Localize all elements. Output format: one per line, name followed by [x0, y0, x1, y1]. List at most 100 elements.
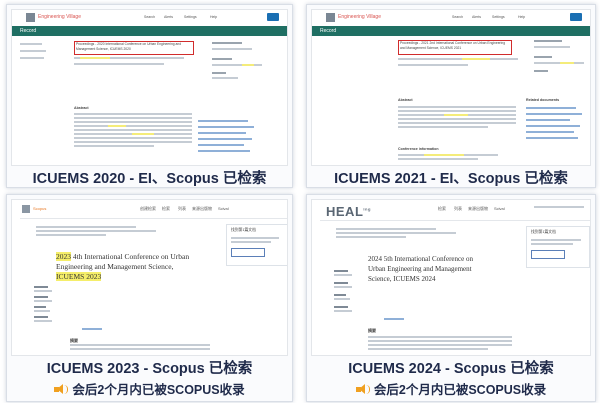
panel-icuems-2023: Scopus 创建检索 检索 列表 来源出版物 Scival 2023 4th …	[6, 194, 293, 402]
related-link[interactable]	[198, 126, 254, 128]
menu-lists[interactable]: 列表	[178, 206, 186, 212]
meta-line	[34, 300, 52, 302]
menu-search[interactable]: 检索	[162, 206, 170, 212]
meta-line	[334, 298, 350, 300]
meta-label-line	[34, 296, 48, 298]
caption-2020: ICUEMS 2020 - EI、Scopus 已检索	[32, 171, 267, 187]
ev-menu-search[interactable]: Search	[144, 15, 155, 19]
ev-menu-help[interactable]: Help	[518, 15, 525, 19]
doc-title-line1[interactable]: 2024 5th International Conference on	[368, 255, 473, 263]
view-all-button[interactable]	[531, 250, 565, 259]
meta-right-line	[212, 72, 226, 74]
abstract-heading: 摘要	[368, 328, 376, 333]
abstract-line	[74, 117, 192, 119]
menu-search[interactable]: 检索	[438, 206, 446, 212]
menu-lists[interactable]: 列表	[454, 206, 462, 212]
abstract-line	[398, 122, 516, 124]
record-title[interactable]: Proceedings - 2020 International Confere…	[76, 42, 190, 51]
breadcrumb-line	[336, 236, 406, 238]
meta-link[interactable]	[384, 318, 404, 320]
related-link[interactable]	[526, 119, 570, 121]
ev-menu-settings[interactable]: Settings	[492, 15, 505, 19]
related-link[interactable]	[198, 144, 244, 146]
breadcrumb-line	[336, 228, 436, 230]
elsevier-logo-icon	[326, 13, 335, 22]
ev-record-bar: Record	[12, 26, 287, 36]
panel-icuems-2020: Engineering Village Search Alerts Settin…	[6, 4, 293, 188]
meta-link[interactable]	[82, 328, 102, 330]
sign-in-button[interactable]	[267, 13, 279, 21]
ev-menu-alerts[interactable]: Alerts	[472, 15, 481, 19]
ev-menu-settings[interactable]: Settings	[184, 15, 197, 19]
abstract-label: Abstract	[398, 98, 413, 102]
related-heading: 找到第1篇文档	[531, 230, 556, 234]
doc-title-line3[interactable]: Science, ICUEMS 2024	[368, 275, 435, 283]
related-link[interactable]	[198, 138, 252, 140]
nav-line	[20, 43, 42, 45]
menu-scival[interactable]: Scival	[218, 206, 229, 211]
meta-right-line	[534, 56, 552, 58]
elsevier-logo-icon	[22, 205, 30, 213]
sign-in-button[interactable]	[570, 13, 582, 21]
menu-create-search[interactable]: 创建检索	[140, 206, 156, 212]
menu-sources[interactable]: 来源出版物	[192, 206, 212, 212]
conference-info-label: Conference information	[398, 147, 439, 151]
screenshot-ev-2021: Engineering Village Search Alerts Settin…	[311, 9, 591, 166]
abstract-line	[70, 344, 210, 346]
abstract-line	[74, 137, 192, 139]
meta-line	[398, 64, 468, 66]
meta-label-line	[34, 286, 48, 288]
breadcrumb-line	[36, 234, 106, 236]
doc-title-line3[interactable]: ICUEMS 2023	[56, 272, 102, 281]
meta-line	[34, 320, 52, 322]
related-link[interactable]	[198, 120, 248, 122]
abstract-line	[74, 129, 192, 131]
breadcrumb-line	[36, 230, 156, 232]
ev-header: Engineering Village Search Alerts Settin…	[312, 10, 590, 27]
related-link[interactable]	[198, 150, 250, 152]
related-link[interactable]	[198, 132, 246, 134]
abstract-line	[74, 125, 192, 127]
related-link[interactable]	[526, 125, 580, 127]
elsevier-logo-icon	[26, 13, 35, 22]
abstract-line	[398, 126, 488, 128]
abstract-line	[70, 348, 210, 350]
ev-menu-help[interactable]: Help	[210, 15, 217, 19]
nav-line	[20, 57, 44, 59]
ev-brand: Engineering Village	[38, 14, 81, 20]
doc-title-line2[interactable]: Engineering and Management Science,	[56, 262, 173, 271]
abstract-highlight	[444, 114, 468, 116]
related-link[interactable]	[526, 113, 582, 115]
ev-menu-search[interactable]: Search	[452, 15, 463, 19]
breadcrumb-line	[336, 232, 456, 234]
record-title[interactable]: Proceedings - 2021 2nd International Con…	[400, 41, 508, 50]
doc-title-line2[interactable]: Urban Engineering and Management	[368, 265, 472, 273]
caption-2024: ICUEMS 2024 - Scopus 已检索	[348, 361, 554, 377]
meta-right-line	[212, 48, 252, 50]
abstract-line	[368, 344, 512, 346]
meta-highlight	[462, 58, 490, 60]
meta-label-line	[34, 306, 46, 308]
header-divider	[320, 220, 590, 221]
note-2023: 会后2个月内已被SCOPUS收录	[7, 379, 292, 398]
meta-label-line	[34, 316, 48, 318]
related-link[interactable]	[526, 137, 578, 139]
related-line	[231, 237, 279, 239]
view-all-button[interactable]	[231, 248, 265, 257]
menu-sources[interactable]: 来源出版物	[468, 206, 488, 212]
related-link[interactable]	[526, 107, 576, 109]
doc-title-line1[interactable]: 2023 4th International Conference on Urb…	[56, 252, 189, 261]
abstract-line	[74, 113, 192, 115]
related-link[interactable]	[526, 131, 574, 133]
ev-brand: Engineering Village	[338, 14, 381, 20]
abstract-line	[74, 141, 192, 143]
meta-right-line	[212, 64, 262, 66]
meta-line	[74, 63, 164, 65]
abstract-line	[398, 106, 516, 108]
caption-2023: ICUEMS 2023 - Scopus 已检索	[46, 361, 253, 377]
menu-scival[interactable]: Scival	[494, 206, 505, 211]
panel-icuems-2024: HEALing 检索 列表 来源出版物 Scival 2024 5th Inte…	[306, 194, 596, 402]
ev-menu-alerts[interactable]: Alerts	[164, 15, 173, 19]
ev-record-bar: Record	[312, 26, 590, 36]
related-panel: 找到第1篇文档	[226, 224, 287, 266]
